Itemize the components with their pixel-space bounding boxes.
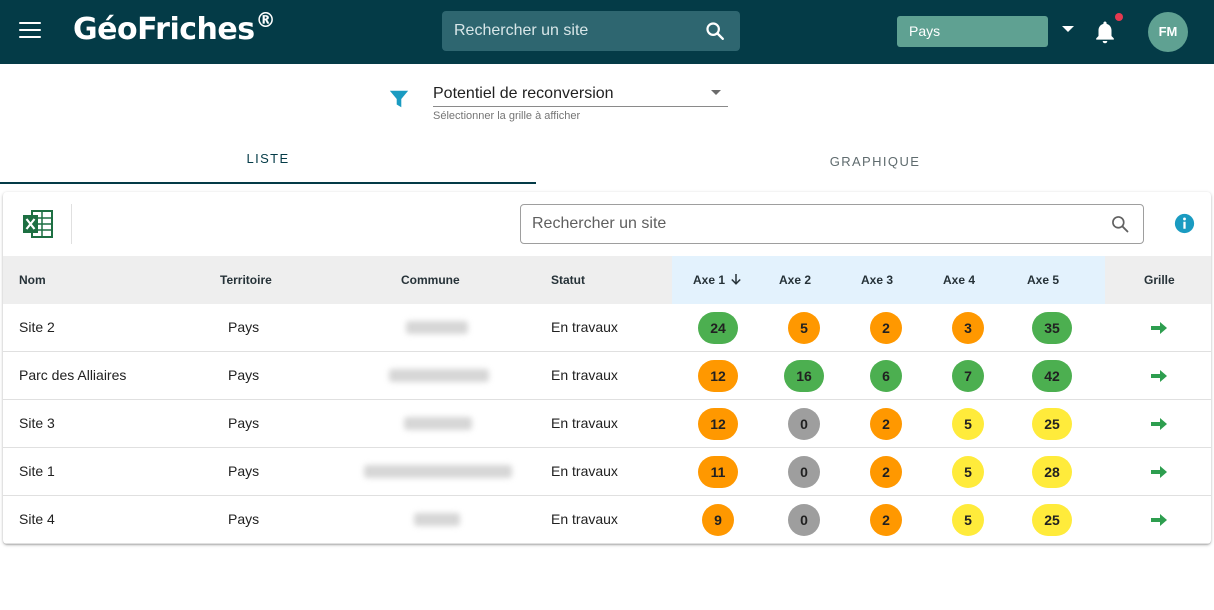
- search-icon[interactable]: [704, 20, 726, 42]
- arrow-right-icon[interactable]: [1150, 369, 1168, 383]
- hamburger-menu-icon[interactable]: [19, 22, 41, 40]
- arrow-right-icon[interactable]: [1150, 465, 1168, 479]
- cell-statut: En travaux: [551, 463, 618, 479]
- table-row[interactable]: Site 4 Pays En travaux 9 0 2 5 25: [3, 496, 1211, 544]
- score-badge-axe2: 5: [788, 312, 820, 344]
- col-nom[interactable]: Nom: [19, 256, 46, 304]
- top-app-bar: GéoFriches® Rechercher un site Pays FM: [0, 0, 1214, 64]
- user-avatar[interactable]: FM: [1148, 12, 1188, 52]
- cell-commune-redacted: [414, 513, 460, 526]
- excel-export-icon[interactable]: [21, 209, 55, 239]
- table-row[interactable]: Site 3 Pays En travaux 12 0 2 5 25: [3, 400, 1211, 448]
- score-badge-axe3: 2: [870, 312, 902, 344]
- score-badge-axe2: 0: [788, 456, 820, 488]
- arrow-right-icon[interactable]: [1150, 321, 1168, 335]
- bell-icon[interactable]: [1093, 19, 1117, 45]
- notification-dot: [1115, 13, 1123, 21]
- score-badge-axe4: 5: [952, 504, 984, 536]
- toolbar-divider: [71, 204, 72, 244]
- score-badge-axe4: 7: [952, 360, 984, 392]
- score-badge-axe4: 5: [952, 456, 984, 488]
- table-row[interactable]: Parc des Alliaires Pays En travaux 12 16 6 7 42: [3, 352, 1211, 400]
- col-grille: Grille: [1144, 273, 1175, 287]
- app-logo[interactable]: GéoFriches®: [73, 8, 276, 47]
- col-axe3[interactable]: Axe 3: [861, 256, 893, 304]
- cell-nom: Site 2: [19, 319, 55, 335]
- sites-table-card: Rechercher un site Nom Territoire Commun…: [3, 192, 1211, 544]
- cell-commune-redacted: [404, 417, 472, 430]
- score-badge-axe1: 24: [698, 312, 738, 344]
- grid-select[interactable]: Potentiel de reconversion: [433, 84, 728, 107]
- cell-territoire: Pays: [228, 511, 260, 527]
- cell-territoire: Pays: [228, 415, 260, 431]
- cell-commune-redacted: [389, 369, 489, 382]
- cell-statut: En travaux: [551, 415, 618, 431]
- table-row[interactable]: Site 1 Pays En travaux 11 0 2 5 28: [3, 448, 1211, 496]
- score-badge-axe5: 35: [1032, 312, 1072, 344]
- score-badge-axe5: 25: [1032, 408, 1072, 440]
- cell-commune-redacted: [406, 321, 468, 334]
- global-search-input[interactable]: Rechercher un site: [442, 11, 740, 51]
- cell-nom: Site 4: [19, 511, 55, 527]
- chevron-down-icon: [711, 90, 721, 95]
- cell-territoire: Pays: [228, 319, 260, 335]
- table-row[interactable]: Site 2 Pays En travaux 24 5 2 3 35: [3, 304, 1211, 352]
- tab-graphique[interactable]: GRAPHIQUE: [536, 140, 1214, 184]
- score-badge-axe3: 2: [870, 504, 902, 536]
- country-select-value: Pays: [909, 23, 941, 39]
- cell-territoire: Pays: [228, 367, 260, 383]
- cell-nom: Site 3: [19, 415, 55, 431]
- arrow-right-icon[interactable]: [1150, 513, 1168, 527]
- cell-statut: En travaux: [551, 511, 618, 527]
- cell-nom: Site 1: [19, 463, 55, 479]
- score-badge-axe2: 0: [788, 408, 820, 440]
- chevron-down-icon[interactable]: [1062, 26, 1074, 32]
- arrow-right-icon[interactable]: [1150, 417, 1168, 431]
- site-search-input[interactable]: Rechercher un site: [520, 204, 1144, 244]
- cell-territoire: Pays: [228, 463, 260, 479]
- search-icon[interactable]: [1110, 214, 1130, 234]
- cell-statut: En travaux: [551, 367, 618, 383]
- score-badge-axe2: 16: [784, 360, 824, 392]
- col-territoire[interactable]: Territoire: [220, 256, 272, 304]
- score-badge-axe5: 25: [1032, 504, 1072, 536]
- cell-nom: Parc des Alliaires: [19, 367, 127, 383]
- info-icon[interactable]: [1174, 213, 1195, 234]
- score-badge-axe1: 11: [698, 456, 738, 488]
- grid-select-value: Potentiel de reconversion: [433, 85, 614, 102]
- grid-select-hint: Sélectionner la grille à afficher: [433, 110, 581, 122]
- score-badge-axe1: 12: [698, 408, 738, 440]
- score-badge-axe5: 42: [1032, 360, 1072, 392]
- score-badge-axe3: 2: [870, 456, 902, 488]
- col-statut[interactable]: Statut: [551, 256, 585, 304]
- col-axe4[interactable]: Axe 4: [943, 256, 975, 304]
- score-badge-axe4: 5: [952, 408, 984, 440]
- cell-statut: En travaux: [551, 319, 618, 335]
- score-badge-axe5: 28: [1032, 456, 1072, 488]
- score-badge-axe2: 0: [788, 504, 820, 536]
- col-axe2[interactable]: Axe 2: [779, 256, 811, 304]
- col-commune[interactable]: Commune: [401, 256, 460, 304]
- filter-icon: [389, 90, 409, 108]
- arrow-down-icon[interactable]: [730, 273, 742, 285]
- cell-commune-redacted: [364, 465, 512, 478]
- score-badge-axe1: 9: [702, 504, 734, 536]
- score-badge-axe3: 6: [870, 360, 902, 392]
- site-search-placeholder: Rechercher un site: [532, 215, 667, 232]
- col-axe1-label: Axe 1: [693, 273, 726, 287]
- tab-liste[interactable]: LISTE: [0, 140, 536, 184]
- col-axe1[interactable]: Axe 1: [693, 256, 742, 304]
- col-axe5[interactable]: Axe 5: [1027, 256, 1059, 304]
- table-header: Nom Territoire Commune Statut Axe 1 Axe …: [3, 256, 1211, 304]
- global-search-placeholder: Rechercher un site: [454, 22, 589, 39]
- country-select[interactable]: Pays: [897, 16, 1048, 47]
- score-badge-axe4: 3: [952, 312, 984, 344]
- score-badge-axe3: 2: [870, 408, 902, 440]
- logo-text: GéoFriches: [73, 12, 255, 47]
- score-badge-axe1: 12: [698, 360, 738, 392]
- logo-registered-mark: ®: [255, 8, 276, 32]
